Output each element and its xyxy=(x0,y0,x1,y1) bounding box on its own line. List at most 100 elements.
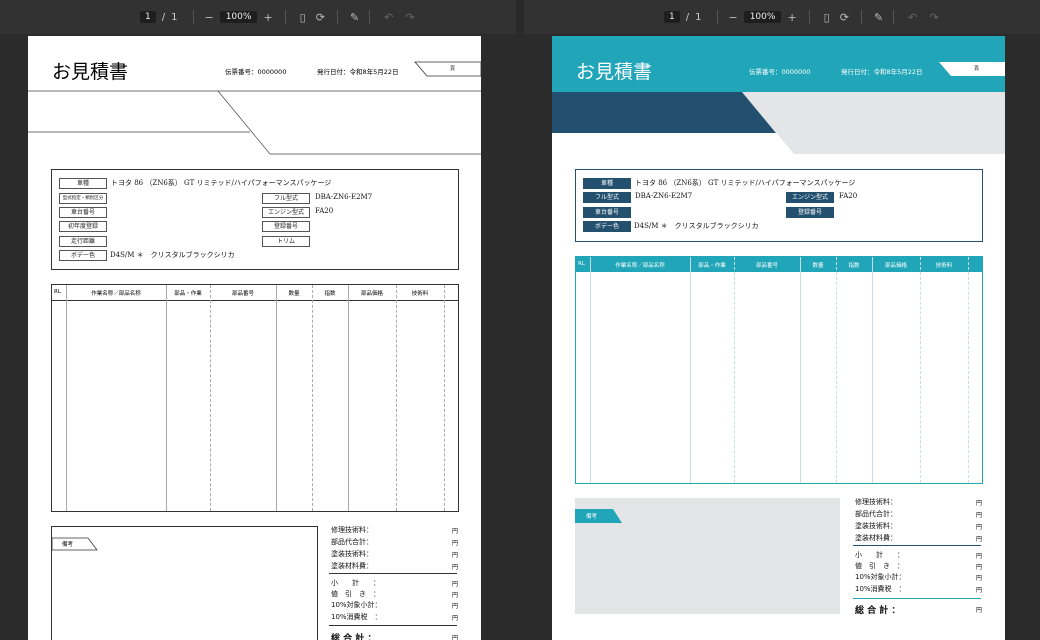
page-separator: / xyxy=(685,11,690,23)
grand-total-label: 総 合 計 ： xyxy=(855,606,901,616)
zoom-out-icon[interactable]: − xyxy=(204,11,213,24)
engine-value: FA20 xyxy=(315,207,334,215)
summary-unit: 円 xyxy=(452,564,459,571)
page-number-input[interactable]: 1 xyxy=(664,11,680,23)
remarks-label: 備考 xyxy=(62,542,74,548)
chassis-label: 車台番号 xyxy=(583,207,631,218)
zoom-in-icon[interactable]: + xyxy=(787,11,796,24)
col-qty: 数量 xyxy=(812,263,824,269)
col-divider xyxy=(396,285,397,511)
summary-unit: 円 xyxy=(976,575,983,582)
items-table: RL 作業名称／部品名称 部品・作業 部品番号 数量 指数 部品価格 技術料 xyxy=(51,284,459,512)
page-title: お見積書 xyxy=(576,61,653,83)
pdf-viewer-left: 1 / 1 − 100% + ▯ ⟳ ✎ ↶ ↷ お見積書 伝票番号：00000… xyxy=(0,0,516,640)
page-number-input[interactable]: 1 xyxy=(140,11,156,23)
summary-unit: 円 xyxy=(452,581,459,588)
zoom-level[interactable]: 100% xyxy=(219,11,258,23)
col-part-work: 部品・作業 xyxy=(698,263,726,269)
redo-icon[interactable]: ↷ xyxy=(405,11,414,24)
col-divider xyxy=(800,257,801,483)
col-rl: RL xyxy=(578,261,585,267)
remarks-tab xyxy=(52,537,98,551)
col-qty: 数量 xyxy=(288,291,300,297)
divider xyxy=(369,10,371,24)
full-type-value: DBA-ZN6-E2M7 xyxy=(315,193,373,201)
summary-unit: 円 xyxy=(452,592,459,599)
undo-icon[interactable]: ↶ xyxy=(908,11,917,24)
col-part-price: 部品価格 xyxy=(884,263,907,269)
annotate-icon[interactable]: ✎ xyxy=(874,11,883,24)
col-divider xyxy=(210,285,211,511)
col-divider xyxy=(836,257,837,483)
page-separator: / xyxy=(161,11,166,23)
col-tech-fee: 技術料 xyxy=(411,291,429,297)
summary-label: 10%消費税 ： xyxy=(331,613,382,621)
model-value: トヨタ 86 （ZN6系） GT リミテッド/ハイパフォーマンスパッケージ xyxy=(635,179,856,187)
items-table: RL 作業名称／部品名称 部品・作業 部品番号 数量 指数 部品価格 技術料 xyxy=(575,256,983,484)
col-divider xyxy=(166,285,167,511)
divider xyxy=(893,10,895,24)
col-index: 指数 xyxy=(848,263,860,269)
stamp-tab xyxy=(939,62,1005,76)
rotate-icon[interactable]: ⟳ xyxy=(316,11,325,24)
header-graphic xyxy=(552,36,1005,154)
fit-page-icon[interactable]: ▯ xyxy=(824,11,830,24)
summary-unit: 円 xyxy=(976,512,983,519)
col-divider xyxy=(444,285,445,511)
rotate-icon[interactable]: ⟳ xyxy=(840,11,849,24)
remarks-tab xyxy=(575,509,622,523)
summary-label: 修理技術料： xyxy=(331,526,373,534)
undo-icon[interactable]: ↶ xyxy=(384,11,393,24)
divider xyxy=(808,10,810,24)
col-divider xyxy=(690,257,691,483)
fit-page-icon[interactable]: ▯ xyxy=(300,11,306,24)
col-part-work: 部品・作業 xyxy=(174,291,202,297)
grand-total-unit: 円 xyxy=(452,635,459,640)
body-color-value: D4S/M ＊ クリスタルブラックシリカ xyxy=(634,222,759,230)
redo-icon[interactable]: ↷ xyxy=(929,11,938,24)
col-divider xyxy=(276,285,277,511)
zoom-out-icon[interactable]: − xyxy=(728,11,737,24)
summary-label: 10%消費税 ： xyxy=(855,585,906,593)
summary-unit: 円 xyxy=(976,553,983,560)
divider xyxy=(284,10,286,24)
summary-unit: 円 xyxy=(452,603,459,610)
col-divider xyxy=(590,257,591,483)
viewer-toolbar: 1 / 1 − 100% + ▯ ⟳ ✎ ↶ ↷ xyxy=(524,0,1040,34)
col-rl: RL xyxy=(54,289,61,295)
zoom-level[interactable]: 100% xyxy=(743,11,782,23)
divider xyxy=(193,10,195,24)
col-divider xyxy=(348,285,349,511)
col-name: 作業名称／部品名称 xyxy=(91,291,141,297)
model-label: 車種 xyxy=(59,178,107,189)
summary-unit: 円 xyxy=(976,500,983,507)
summary-divider xyxy=(329,625,457,626)
summary-divider xyxy=(329,573,457,574)
model-value: トヨタ 86 （ZN6系） GT リミテッド/ハイパフォーマンスパッケージ xyxy=(111,179,332,187)
issue-date: 発行日付：令和8年5月22日 xyxy=(841,68,923,76)
full-type-label: フル型式 xyxy=(583,192,631,203)
stamp-label: 頁 xyxy=(974,66,980,72)
zoom-in-icon[interactable]: + xyxy=(263,11,272,24)
summary-label: 塗装材料費： xyxy=(855,534,897,542)
summary-label: 部品代合計： xyxy=(855,510,897,518)
summary-unit: 円 xyxy=(976,524,983,531)
viewer-toolbar: 1 / 1 − 100% + ▯ ⟳ ✎ ↶ ↷ xyxy=(0,0,516,34)
summary-label: 10%対象小計： xyxy=(855,573,906,581)
col-divider xyxy=(734,257,735,483)
annotate-icon[interactable]: ✎ xyxy=(350,11,359,24)
summary-unit: 円 xyxy=(452,528,459,535)
first-reg-label: 初年度登録 xyxy=(59,221,107,232)
col-divider xyxy=(872,257,873,483)
col-index: 指数 xyxy=(324,291,336,297)
full-type-value: DBA-ZN6-E2M7 xyxy=(635,192,693,200)
summary-label: 塗装技術料： xyxy=(331,550,373,558)
reg-no-label: 登録番号 xyxy=(786,207,834,218)
summary-label: 10%対象小計： xyxy=(331,601,382,609)
summary-label: 修理技術料： xyxy=(855,498,897,506)
summary-label: 小 計 ： xyxy=(331,579,380,587)
summary-label: 塗装技術料： xyxy=(855,522,897,530)
summary-divider xyxy=(853,598,981,599)
engine-label: エンジン型式 xyxy=(786,192,834,203)
engine-label: エンジン型式 xyxy=(262,207,310,218)
